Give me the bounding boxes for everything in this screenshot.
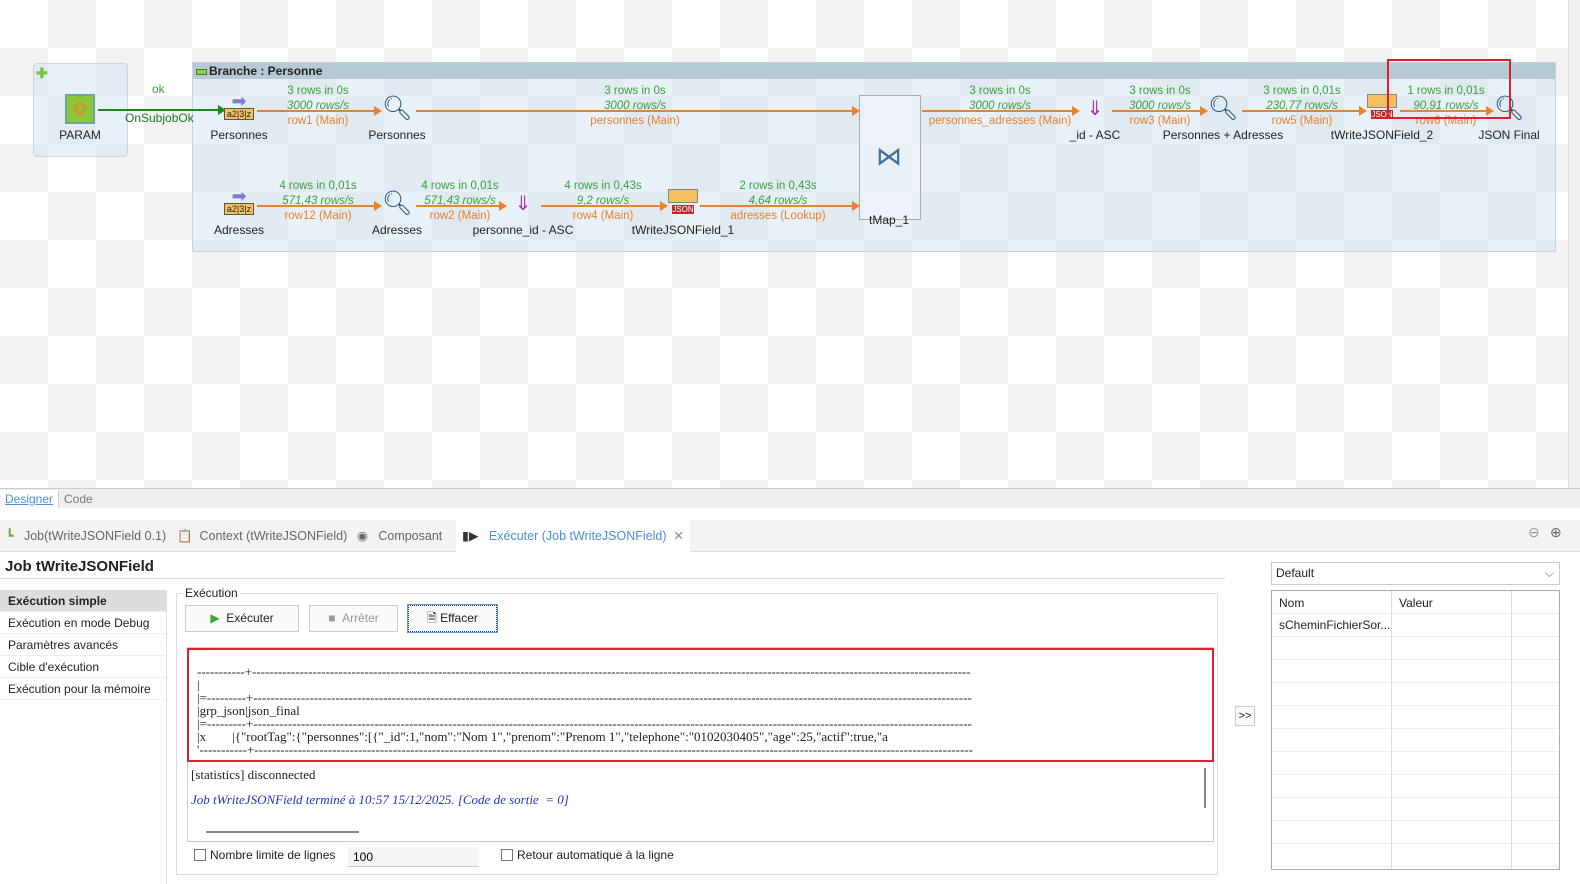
stop-icon: ■ [328,611,336,625]
tab-designer[interactable]: Designer [0,490,59,508]
run-icon: ▮▶ [462,529,479,543]
stop-button[interactable]: ■ Arrêter [309,605,398,632]
component-label: Adresses [371,223,423,237]
job-designer-canvas[interactable]: ✚ Branche : Personne ok OnSubjobOk ⚙ PARA… [0,0,1568,488]
nav-target[interactable]: Cible d'exécution [0,656,166,678]
wrap-checkbox[interactable]: Retour automatique à la ligne [501,848,674,862]
clear-button[interactable]: 🗎 Effacer [408,605,497,632]
component-label: Personnes [210,128,268,142]
link-stats: 4 rows in 0,43s 9,2 rows/s row4 (Main) [513,179,693,224]
context-select-value: Default [1276,566,1315,580]
link-rate: 3000 rows/s [603,100,666,112]
nav-memory-run[interactable]: Exécution pour la mémoire [0,678,166,700]
component-label: Personnes [368,128,426,142]
tab-component[interactable]: ◉ Composant [357,520,442,552]
component-param[interactable]: ⚙ PARAM [15,94,145,142]
wrap-label: Retour automatique à la ligne [517,848,674,862]
tab-job[interactable]: ┗ Job(tWriteJSONField 0.1) [6,520,166,552]
chevron-down-icon: ⌵ [1544,566,1554,580]
console-hscroll[interactable] [206,831,359,833]
limit-rows-input[interactable] [348,847,479,867]
context-table: Nom Valeur sCheminFichierSor... [1271,590,1560,870]
param-icon: ⚙ [64,94,96,124]
link-name: personnes (Main) [590,115,680,127]
console-vscroll[interactable] [1204,768,1206,808]
editor-tabs: Designer Code [0,488,1580,508]
tab-job-label: Job(tWriteJSONField 0.1) [23,529,167,543]
link-name: personnes_adresses (Main) [928,115,1072,127]
play-icon: ▶ [210,611,220,625]
component-label: _id - ASC [1069,128,1121,142]
job-icon: ┗ [6,529,14,543]
nav-debug-run[interactable]: Exécution en mode Debug [0,612,166,634]
clear-button-label: Effacer [440,611,478,625]
link-row-count: 3 rows in 0s [287,85,349,97]
subjob-title[interactable]: Branche : Personne [193,63,1555,79]
palette-icon: ◉ [357,529,368,543]
context-select[interactable]: Default ⌵ [1271,562,1560,585]
move-context-button[interactable]: >> [1235,706,1255,726]
limit-rows-checkbox[interactable]: Nombre limite de lignes [194,848,335,862]
component-label: Personnes + Adresses [1162,128,1284,142]
link-name: row4 (Main) [572,210,634,222]
link-rate: 3000 rows/s [968,100,1031,112]
link-name: row1 (Main) [287,115,349,127]
clipboard-icon: 📋 [177,529,193,543]
limit-rows-label: Nombre limite de lignes [210,848,336,862]
component-label: JSON Final [1478,128,1540,142]
console-line-status: Job tWriteJSONField terminé à 10:57 15/1… [191,792,569,807]
link-row-count: 2 rows in 0,43s [739,180,817,192]
component-label: tWriteJSONField_1 [631,223,735,237]
link-name: adresses (Lookup) [730,210,826,222]
minimize-icon[interactable]: ⊖ [1528,524,1540,541]
close-icon[interactable]: ✕ [673,529,683,543]
nav-advanced-settings[interactable]: Paramètres avancés [0,634,166,656]
column-header-name[interactable]: Nom [1279,596,1304,610]
checkbox[interactable] [501,849,513,861]
clear-icon: 🗎 [427,611,437,625]
link-rate: 3000 rows/s [286,100,349,112]
tmap-icon: ⋈ [876,141,902,171]
page-title: Job tWriteJSONField [5,558,154,575]
link-stats: 3 rows in 0s 3000 rows/s row1 (Main) [228,84,408,129]
column-header-value[interactable]: Valeur [1399,596,1433,610]
view-tabs: ┗ Job(tWriteJSONField 0.1) 📋 Context (tW… [0,520,1580,552]
component-label: personne_id - ASC [472,223,574,237]
highlight-box [1387,59,1511,119]
expand-icon[interactable]: ✚ [36,65,48,82]
tab-code[interactable]: Code [58,490,98,508]
link-stats: 2 rows in 0,43s 4,64 rows/s adresses (Look… [688,179,868,224]
link-rate: 4,64 rows/s [748,195,808,207]
run-mode-nav: Exécution simple Exécution en mode Debug… [0,590,167,884]
maximize-icon[interactable]: ⊕ [1550,524,1562,541]
component-label: Adresses [213,223,265,237]
tab-context[interactable]: 📋 Context (tWriteJSONField) [177,520,347,552]
link-row-count: 3 rows in 0s [969,85,1031,97]
highlight-box [187,648,1214,762]
nav-simple-run[interactable]: Exécution simple [0,590,166,612]
table-row[interactable]: sCheminFichierSor... [1279,618,1390,632]
run-button[interactable]: ▶ Exécuter [185,605,299,632]
trigger-label-ok: ok [152,82,165,96]
vertical-scrollbar[interactable] [1568,0,1580,488]
tab-component-label: Composant [378,529,443,543]
link-stats: 3 rows in 0s 3000 rows/s personnes (Main) [545,84,725,129]
link-rate: 9,2 rows/s [576,195,630,207]
run-title-bar [0,552,1225,579]
execution-group-label: Exécution [183,586,240,600]
stop-button-label: Arrêter [342,611,379,625]
component-label: tWriteJSONField_2 [1330,128,1434,142]
tab-context-label: Context (tWriteJSONField) [199,529,348,543]
component-label: PARAM [59,128,101,142]
tab-run-label: Exécuter (Job tWriteJSONField) [488,529,667,543]
tab-run[interactable]: ▮▶ Exécuter (Job tWriteJSONField) ✕ [456,520,690,552]
link-row-count: 3 rows in 0s [604,85,666,97]
link-row-count: 4 rows in 0,43s [564,180,642,192]
run-button-label: Exécuter [226,611,274,625]
link-stats: 3 rows in 0s 3000 rows/s personnes_adresse… [910,84,1090,129]
console-line: [statistics] disconnected [191,767,316,782]
checkbox[interactable] [194,849,206,861]
